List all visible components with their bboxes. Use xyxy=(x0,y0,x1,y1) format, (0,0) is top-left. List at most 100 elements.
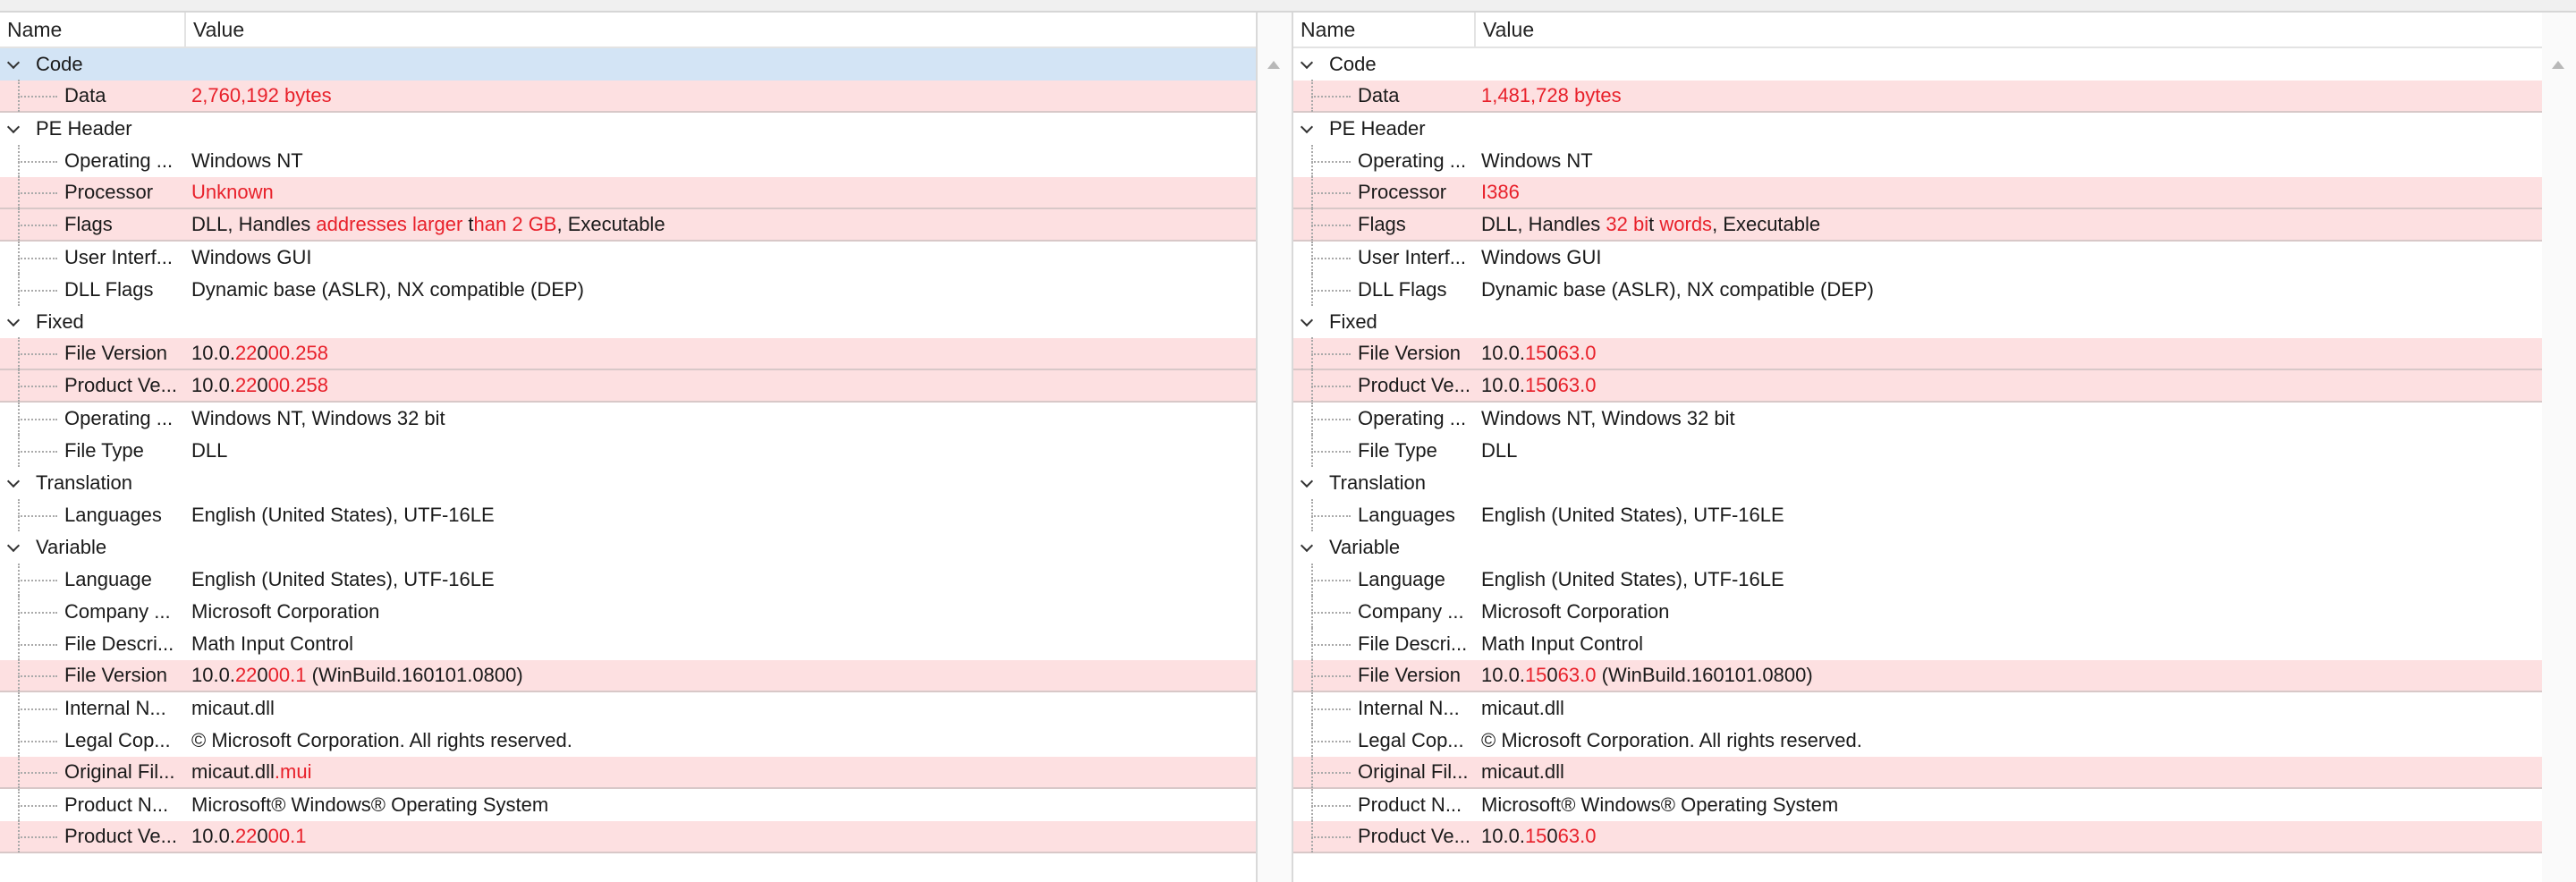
property-name-cell: Company ... xyxy=(1293,596,1479,628)
property-row[interactable]: Operating ... Windows NT xyxy=(0,145,1256,177)
property-name-cell: Flags xyxy=(0,208,190,241)
property-row[interactable]: Product N... Microsoft® Windows® Operatin… xyxy=(0,789,1256,821)
value-column-header[interactable]: Value xyxy=(186,13,244,47)
property-value-cell: English (United States), UTF-16LE xyxy=(1479,564,1784,596)
property-row[interactable]: Internal N... micaut.dll xyxy=(1293,692,2542,725)
tree-group-row[interactable]: PE Header xyxy=(0,113,1256,145)
property-row[interactable]: Company ... Microsoft Corporation xyxy=(0,596,1256,628)
property-row[interactable]: Operating ... Windows NT xyxy=(1293,145,2542,177)
property-row[interactable]: Company ... Microsoft Corporation xyxy=(1293,596,2542,628)
property-row[interactable]: Languages English (United States), UTF-16… xyxy=(1293,499,2542,531)
property-row[interactable]: Product Ve... 10.0.22000.258 xyxy=(0,369,1256,403)
property-row[interactable]: File Type DLL xyxy=(1293,435,2542,467)
tree-group-row[interactable]: PE Header xyxy=(1293,113,2542,145)
left-vertical-scrollbar[interactable] xyxy=(1258,13,1292,882)
scroll-up-arrow-icon[interactable] xyxy=(1267,61,1280,69)
property-row[interactable]: File Version 10.0.15063.0 xyxy=(1293,337,2542,370)
right-vertical-scrollbar[interactable] xyxy=(2542,13,2576,882)
property-name-cell: Code xyxy=(0,48,190,81)
property-row[interactable]: File Version 10.0.22000.1 (WinBuild.16010… xyxy=(0,659,1256,692)
tree-group-row[interactable]: Code xyxy=(1293,48,2542,81)
property-row[interactable]: Language English (United States), UTF-16L… xyxy=(1293,564,2542,596)
tree-group-row[interactable]: Translation xyxy=(1293,467,2542,499)
diff-value-segment: addresses larger xyxy=(316,213,469,235)
property-row[interactable]: Data 1,481,728 bytes xyxy=(1293,80,2542,113)
left-properties-pane[interactable]: Name Value Code Data 2,760,192 bytes PE Hea… xyxy=(0,13,1256,882)
property-value-cell: micaut.dll xyxy=(190,692,275,725)
property-row[interactable]: Legal Cop... © Microsoft Corporation. All… xyxy=(0,725,1256,757)
tree-connector-line xyxy=(1311,451,1351,453)
chevron-down-icon[interactable] xyxy=(6,474,21,488)
tree-connector-line xyxy=(1311,161,1351,163)
property-row[interactable]: Operating ... Windows NT, Windows 32 bit xyxy=(0,403,1256,435)
value-segment: English (United States), UTF-16LE xyxy=(1481,568,1784,590)
property-name-cell: DLL Flags xyxy=(1293,274,1479,306)
right-properties-pane[interactable]: Name Value Code Data 1,481,728 bytes PE Hea… xyxy=(1293,13,2542,882)
value-segment: 0 xyxy=(1546,664,1558,686)
property-row[interactable]: Original Fil... micaut.dll.mui xyxy=(0,756,1256,789)
chevron-down-icon[interactable] xyxy=(1300,474,1314,488)
tree-group-row[interactable]: Code xyxy=(0,48,1256,81)
diff-value-segment: 00.258 xyxy=(267,374,328,396)
property-row[interactable]: Product Ve... 10.0.15063.0 xyxy=(1293,369,2542,403)
property-name-cell: Fixed xyxy=(1293,306,1479,338)
property-row[interactable]: Legal Cop... © Microsoft Corporation. All… xyxy=(1293,725,2542,757)
property-row[interactable]: File Descri... Math Input Control xyxy=(0,628,1256,660)
property-name-cell: Languages xyxy=(0,499,190,531)
name-column-header[interactable]: Name xyxy=(0,13,186,47)
tree-group-row[interactable]: Fixed xyxy=(0,306,1256,338)
tree-group-row[interactable]: Variable xyxy=(1293,531,2542,564)
property-row[interactable]: Internal N... micaut.dll xyxy=(0,692,1256,725)
property-name-label: Product Ve... xyxy=(64,374,177,396)
property-row[interactable]: File Version 10.0.22000.258 xyxy=(0,337,1256,370)
property-row[interactable]: Language English (United States), UTF-16L… xyxy=(0,564,1256,596)
chevron-down-icon[interactable] xyxy=(6,313,21,327)
property-row[interactable]: Data 2,760,192 bytes xyxy=(0,80,1256,113)
property-row[interactable]: Product Ve... 10.0.15063.0 xyxy=(1293,820,2542,853)
property-row[interactable]: File Version 10.0.15063.0 (WinBuild.16010… xyxy=(1293,659,2542,692)
property-row[interactable]: Flags DLL, Handles 32 bit words, Executab… xyxy=(1293,208,2542,242)
property-row[interactable]: Original Fil... micaut.dll xyxy=(1293,756,2542,789)
value-segment: English (United States), UTF-16LE xyxy=(191,504,495,526)
property-row[interactable]: Product N... Microsoft® Windows® Operatin… xyxy=(1293,789,2542,821)
property-name-cell: File Version xyxy=(0,659,190,691)
value-segment: micaut.dll xyxy=(191,697,275,719)
scroll-up-arrow-icon[interactable] xyxy=(2552,61,2564,69)
value-column-header[interactable]: Value xyxy=(1476,13,1534,47)
chevron-down-icon[interactable] xyxy=(1300,539,1314,553)
property-name-label: Processor xyxy=(64,181,154,203)
tree-group-row[interactable]: Translation xyxy=(0,467,1256,499)
property-row[interactable]: Languages English (United States), UTF-16… xyxy=(0,499,1256,531)
tree-group-row[interactable]: Fixed xyxy=(1293,306,2542,338)
diff-value-segment: 63.0 xyxy=(1557,664,1597,686)
name-column-header[interactable]: Name xyxy=(1293,13,1476,47)
property-row[interactable]: DLL Flags Dynamic base (ASLR), NX compati… xyxy=(1293,274,2542,306)
property-name-cell: Operating ... xyxy=(1293,403,1479,435)
value-segment: micaut.dll xyxy=(1481,760,1564,783)
property-row[interactable]: User Interf... Windows GUI xyxy=(1293,242,2542,274)
chevron-down-icon[interactable] xyxy=(1300,55,1314,70)
property-name-cell: Internal N... xyxy=(1293,692,1479,725)
property-value-cell: English (United States), UTF-16LE xyxy=(190,564,495,596)
property-row[interactable]: Product Ve... 10.0.22000.1 xyxy=(0,820,1256,853)
tree-group-row[interactable]: Variable xyxy=(0,531,1256,564)
property-row[interactable]: DLL Flags Dynamic base (ASLR), NX compati… xyxy=(0,274,1256,306)
tree-connector-line xyxy=(18,515,57,517)
property-row[interactable]: Flags DLL, Handles addresses larger than … xyxy=(0,208,1256,242)
value-segment: English (United States), UTF-16LE xyxy=(1481,504,1784,526)
chevron-down-icon[interactable] xyxy=(1300,313,1314,327)
property-row[interactable]: Processor I386 xyxy=(1293,176,2542,209)
property-row[interactable]: User Interf... Windows GUI xyxy=(0,242,1256,274)
property-row[interactable]: File Descri... Math Input Control xyxy=(1293,628,2542,660)
property-row[interactable]: Operating ... Windows NT, Windows 32 bit xyxy=(1293,403,2542,435)
chevron-down-icon[interactable] xyxy=(1300,120,1314,134)
tree-connector-line xyxy=(1311,386,1351,387)
property-row[interactable]: File Type DLL xyxy=(0,435,1256,467)
property-row[interactable]: Processor Unknown xyxy=(0,176,1256,209)
property-name-cell: File Descri... xyxy=(1293,628,1479,660)
property-value-cell: 10.0.22000.1 xyxy=(190,820,307,852)
chevron-down-icon[interactable] xyxy=(6,120,21,134)
tree-connector-line xyxy=(1311,805,1351,807)
chevron-down-icon[interactable] xyxy=(6,539,21,553)
chevron-down-icon[interactable] xyxy=(6,55,21,70)
